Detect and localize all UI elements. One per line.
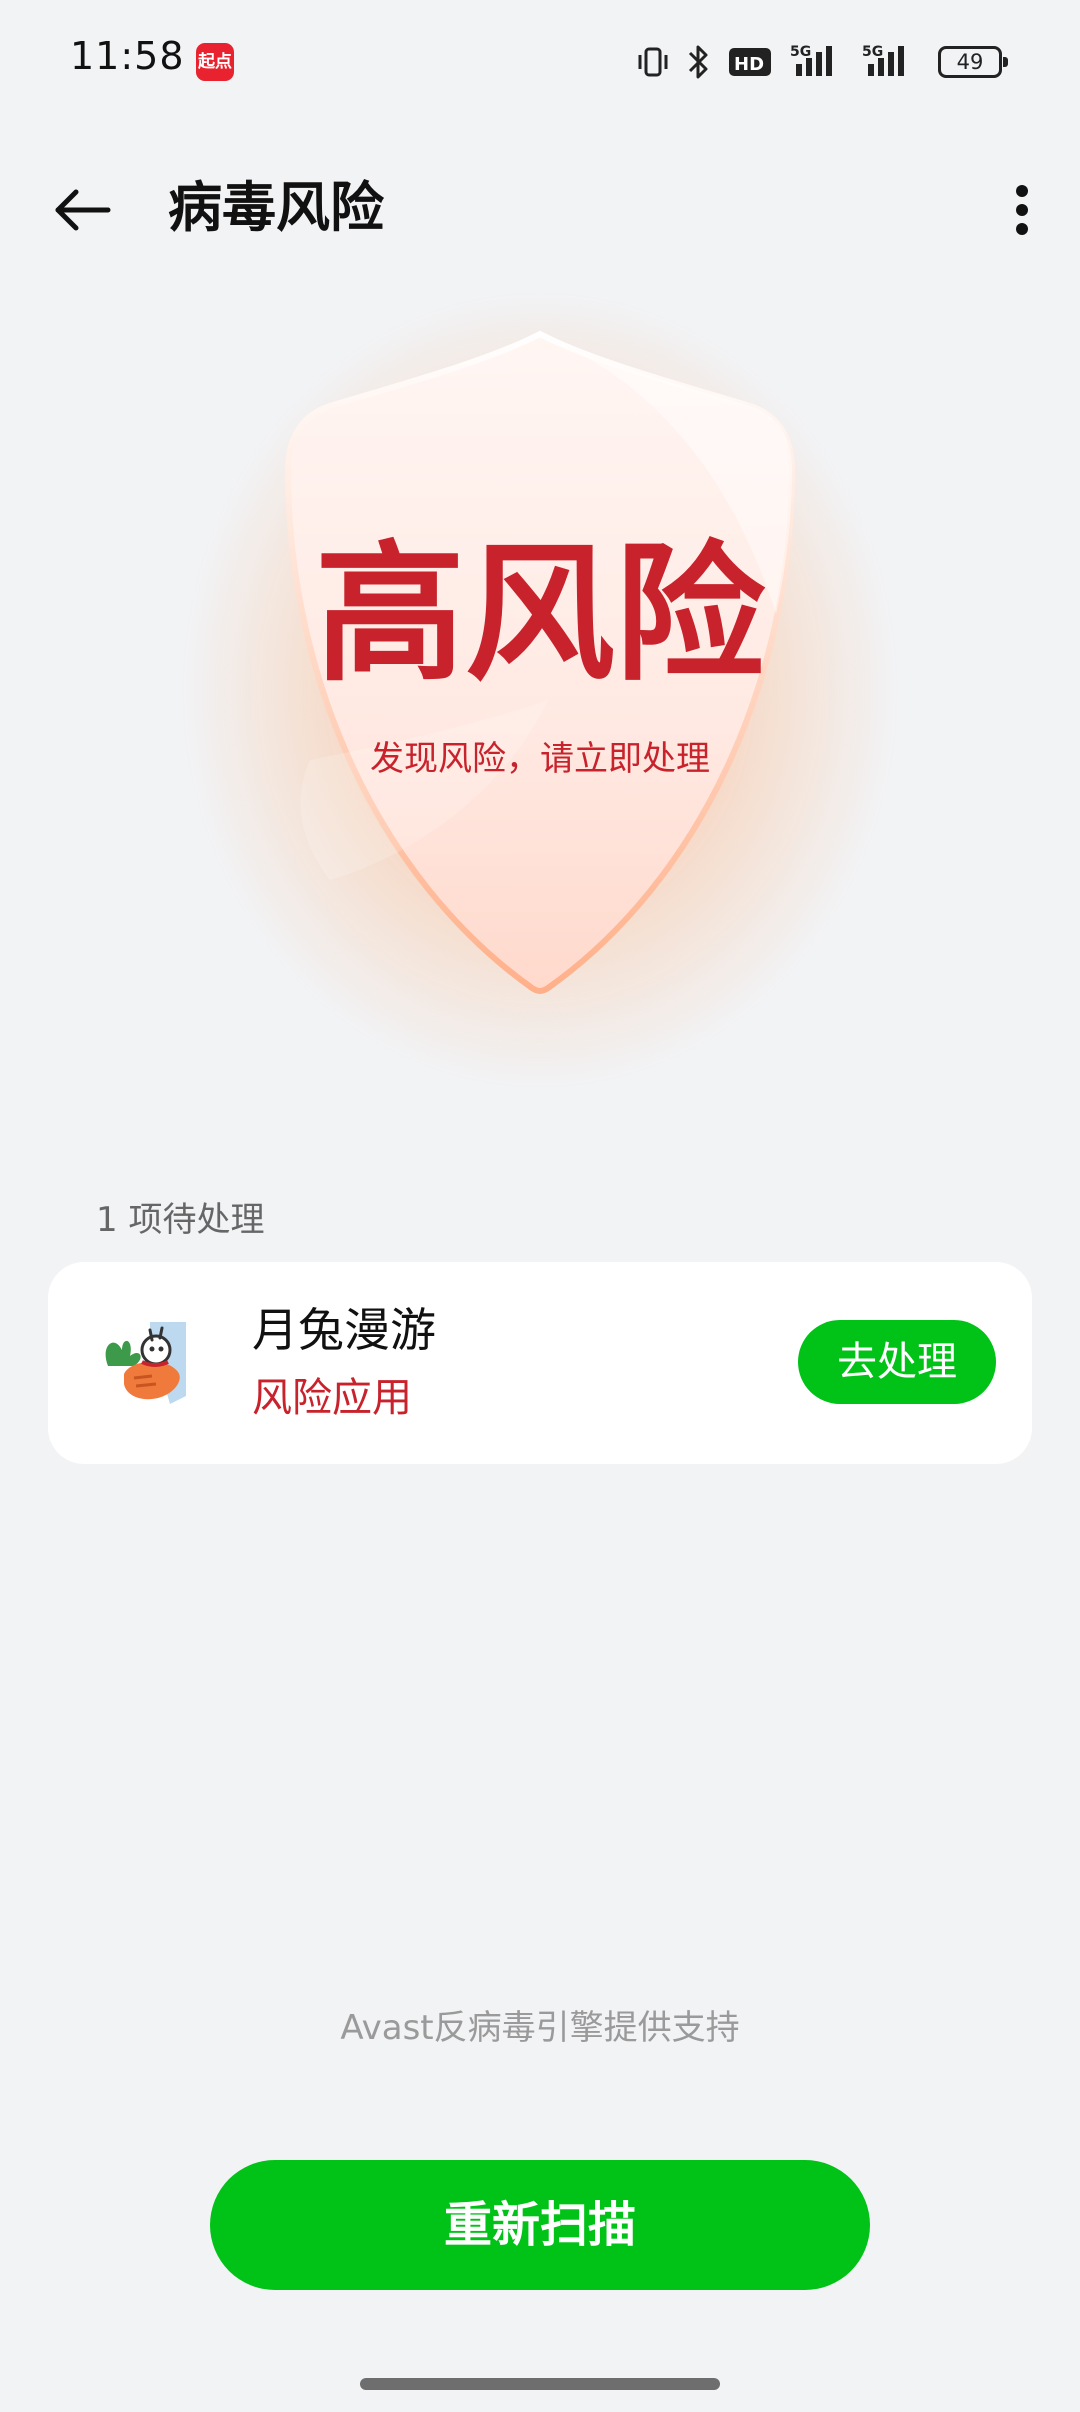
signal-5g-icon: 5G [860,42,916,82]
more-vertical-icon [1016,185,1028,235]
back-button[interactable] [40,174,124,246]
status-bar: 11:58 起点 HD 5G 5G 49 [0,0,1080,124]
app-name: 月兔漫游 [252,1303,436,1357]
risk-level-subtitle: 发现风险，请立即处理 [370,739,710,779]
app-risk-status: 风险应用 [252,1375,412,1421]
risk-shield: 高风险 发现风险，请立即处理 [0,240,1080,1140]
rabbit-carrot-app-icon [100,1316,192,1408]
5g-label: 5G [862,44,883,60]
page-title: 病毒风险 [168,176,384,239]
hd-icon: HD [728,46,772,78]
hd-label: HD [734,54,764,75]
pending-count: 1 项待处理 [96,1200,265,1240]
qidian-notification-icon: 起点 [196,43,234,81]
status-time: 11:58 [70,34,185,78]
bluetooth-icon [686,43,712,81]
powered-by-text: Avast反病毒引擎提供支持 [340,2008,740,2048]
risk-level-title: 高风险 [314,528,765,702]
vibrate-icon [636,45,670,79]
5g-label: 5G [790,44,811,60]
signal-5g-icon: 5G [788,42,844,82]
arrow-left-icon [55,189,111,231]
battery-icon: 49 [938,46,1008,78]
screen: 11:58 起点 HD 5G 5G 49 病毒风险 高风险 发现风险，请立即处理… [0,0,1080,2412]
risk-app-card[interactable]: 月兔漫游 风险应用 去处理 [48,1262,1032,1464]
more-options-button[interactable] [992,174,1052,246]
home-indicator[interactable] [360,2378,720,2390]
status-icons: HD 5G 5G 49 [636,40,1008,84]
battery-level: 49 [956,50,984,74]
handle-button[interactable]: 去处理 [798,1320,996,1404]
rescan-button[interactable]: 重新扫描 [210,2160,870,2290]
